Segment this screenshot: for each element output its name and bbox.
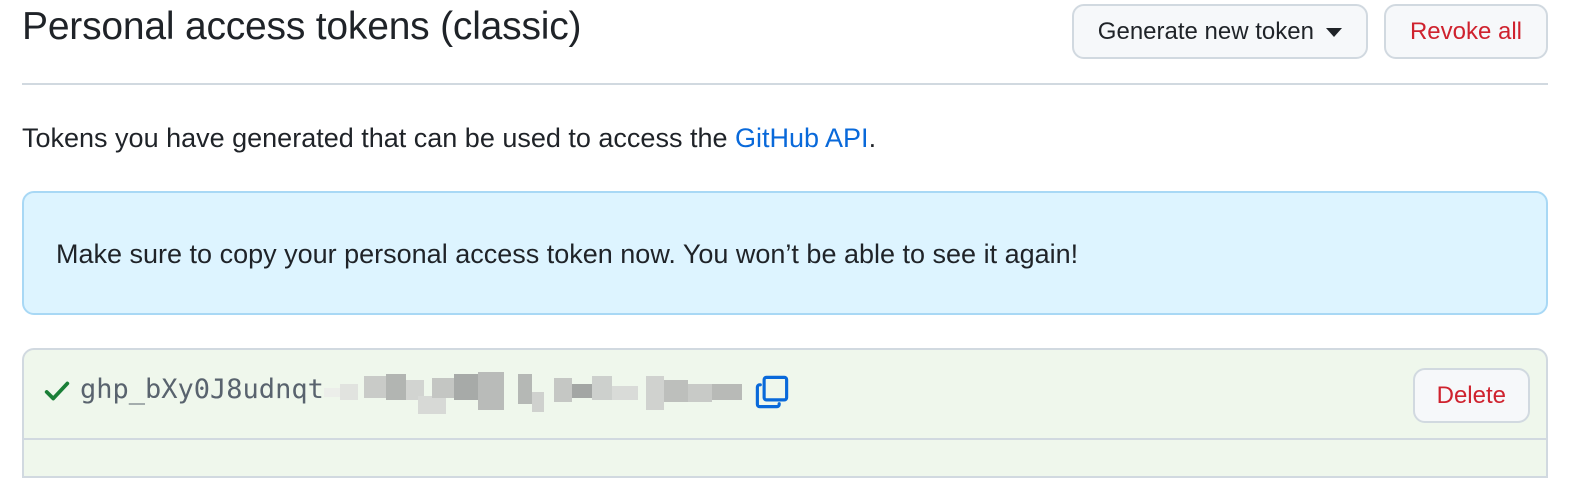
copy-icon[interactable] bbox=[754, 374, 790, 410]
generate-new-token-label: Generate new token bbox=[1097, 17, 1314, 45]
flash-message: Make sure to copy your personal access t… bbox=[56, 239, 1079, 269]
generate-new-token-button[interactable]: Generate new token bbox=[1071, 4, 1368, 59]
description-prefix: Tokens you have generated that can be us… bbox=[22, 123, 735, 153]
description-suffix: . bbox=[868, 123, 877, 153]
github-api-link[interactable]: GitHub API bbox=[735, 123, 869, 153]
header-actions: Generate new token Revoke all bbox=[1071, 4, 1548, 59]
check-icon bbox=[44, 381, 70, 401]
description-text: Tokens you have generated that can be us… bbox=[22, 121, 876, 155]
token-value[interactable]: ghp_bXy0J8udnqt bbox=[80, 373, 324, 407]
token-row-divider bbox=[24, 438, 1546, 440]
delete-token-button[interactable]: Delete bbox=[1412, 368, 1530, 423]
page-title: Personal access tokens (classic) bbox=[22, 5, 582, 48]
token-list-item: ghp_bXy0J8udnqt Delete bbox=[22, 348, 1548, 478]
revoke-all-button[interactable]: Revoke all bbox=[1383, 4, 1548, 59]
header-divider bbox=[22, 83, 1548, 85]
caret-down-icon bbox=[1325, 28, 1342, 37]
redacted-token-pixelation bbox=[324, 372, 742, 414]
token-copy-warning-flash: Make sure to copy your personal access t… bbox=[22, 191, 1548, 315]
